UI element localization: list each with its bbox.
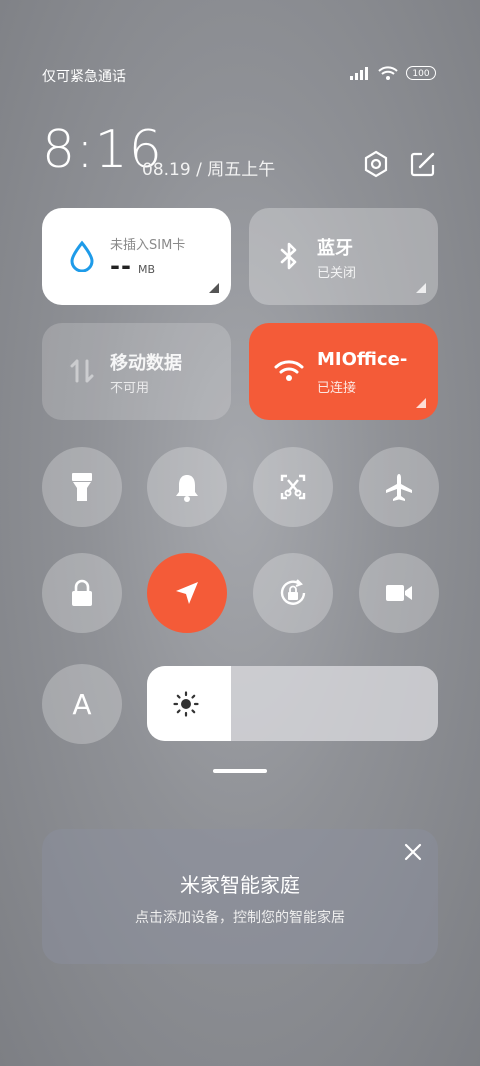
screenshot-scissors-icon (280, 474, 306, 500)
bluetooth-icon (280, 242, 297, 270)
mobile-data-icon (70, 359, 94, 383)
wifi-title: MIOffice- (317, 349, 408, 370)
mobile-data-title: 移动数据 (110, 353, 182, 374)
airplane-toggle[interactable] (359, 447, 439, 527)
wifi-tile[interactable]: MIOffice- 已连接 (249, 323, 438, 420)
signal-icon (350, 67, 368, 80)
auto-brightness-label: A (72, 687, 92, 721)
bluetooth-status: 已关闭 (317, 266, 357, 281)
screen-record-toggle[interactable] (359, 553, 439, 633)
rotation-lock-toggle[interactable] (253, 553, 333, 633)
mi-home-subtitle: 点击添加设备，控制您的智能家居 (135, 910, 345, 926)
edit-icon[interactable] (409, 150, 437, 178)
status-icons: 100 (350, 66, 436, 80)
mi-home-card[interactable]: 米家智能家庭 点击添加设备，控制您的智能家居 (42, 829, 438, 964)
bluetooth-tile[interactable]: 蓝牙 已关闭 (249, 208, 438, 305)
location-arrow-icon (176, 582, 198, 604)
settings-icon[interactable] (362, 150, 390, 178)
lock-screen-toggle[interactable] (42, 553, 122, 633)
video-camera-icon (386, 585, 412, 601)
lock-icon (72, 579, 92, 606)
mute-toggle[interactable] (147, 447, 227, 527)
expand-corner-icon (416, 398, 426, 408)
clock-date: 08.19 / 周五上午 (142, 160, 276, 180)
data-usage-label: 未插入SIM卡 (110, 238, 186, 253)
bluetooth-title: 蓝牙 (317, 238, 353, 259)
screenshot-toggle[interactable] (253, 447, 333, 527)
mi-home-title: 米家智能家庭 (180, 873, 300, 897)
flashlight-icon (72, 473, 92, 501)
wifi-status: 已连接 (317, 381, 357, 396)
mobile-data-tile[interactable]: 移动数据 不可用 (42, 323, 231, 420)
airplane-icon (386, 474, 412, 501)
carrier-text: 仅可紧急通话 (42, 69, 126, 85)
water-drop-icon (70, 240, 94, 272)
data-usage-value: -- (110, 252, 132, 280)
data-usage-unit: MB (138, 263, 156, 276)
expand-corner-icon (209, 283, 219, 293)
flashlight-toggle[interactable] (42, 447, 122, 527)
expand-corner-icon (416, 283, 426, 293)
location-toggle[interactable] (147, 553, 227, 633)
auto-brightness-toggle[interactable]: A (42, 664, 122, 744)
bell-icon (176, 475, 198, 502)
panel-drag-handle[interactable] (213, 769, 267, 773)
brightness-sun-icon (173, 691, 199, 717)
battery-icon: 100 (406, 66, 436, 80)
data-usage-tile[interactable]: 未插入SIM卡 -- MB (42, 208, 231, 305)
close-icon[interactable] (402, 841, 424, 863)
rotation-lock-icon (280, 579, 306, 605)
wifi-icon (274, 360, 304, 381)
mobile-data-status: 不可用 (110, 381, 150, 396)
brightness-slider[interactable] (147, 666, 438, 741)
wifi-icon (378, 66, 398, 80)
